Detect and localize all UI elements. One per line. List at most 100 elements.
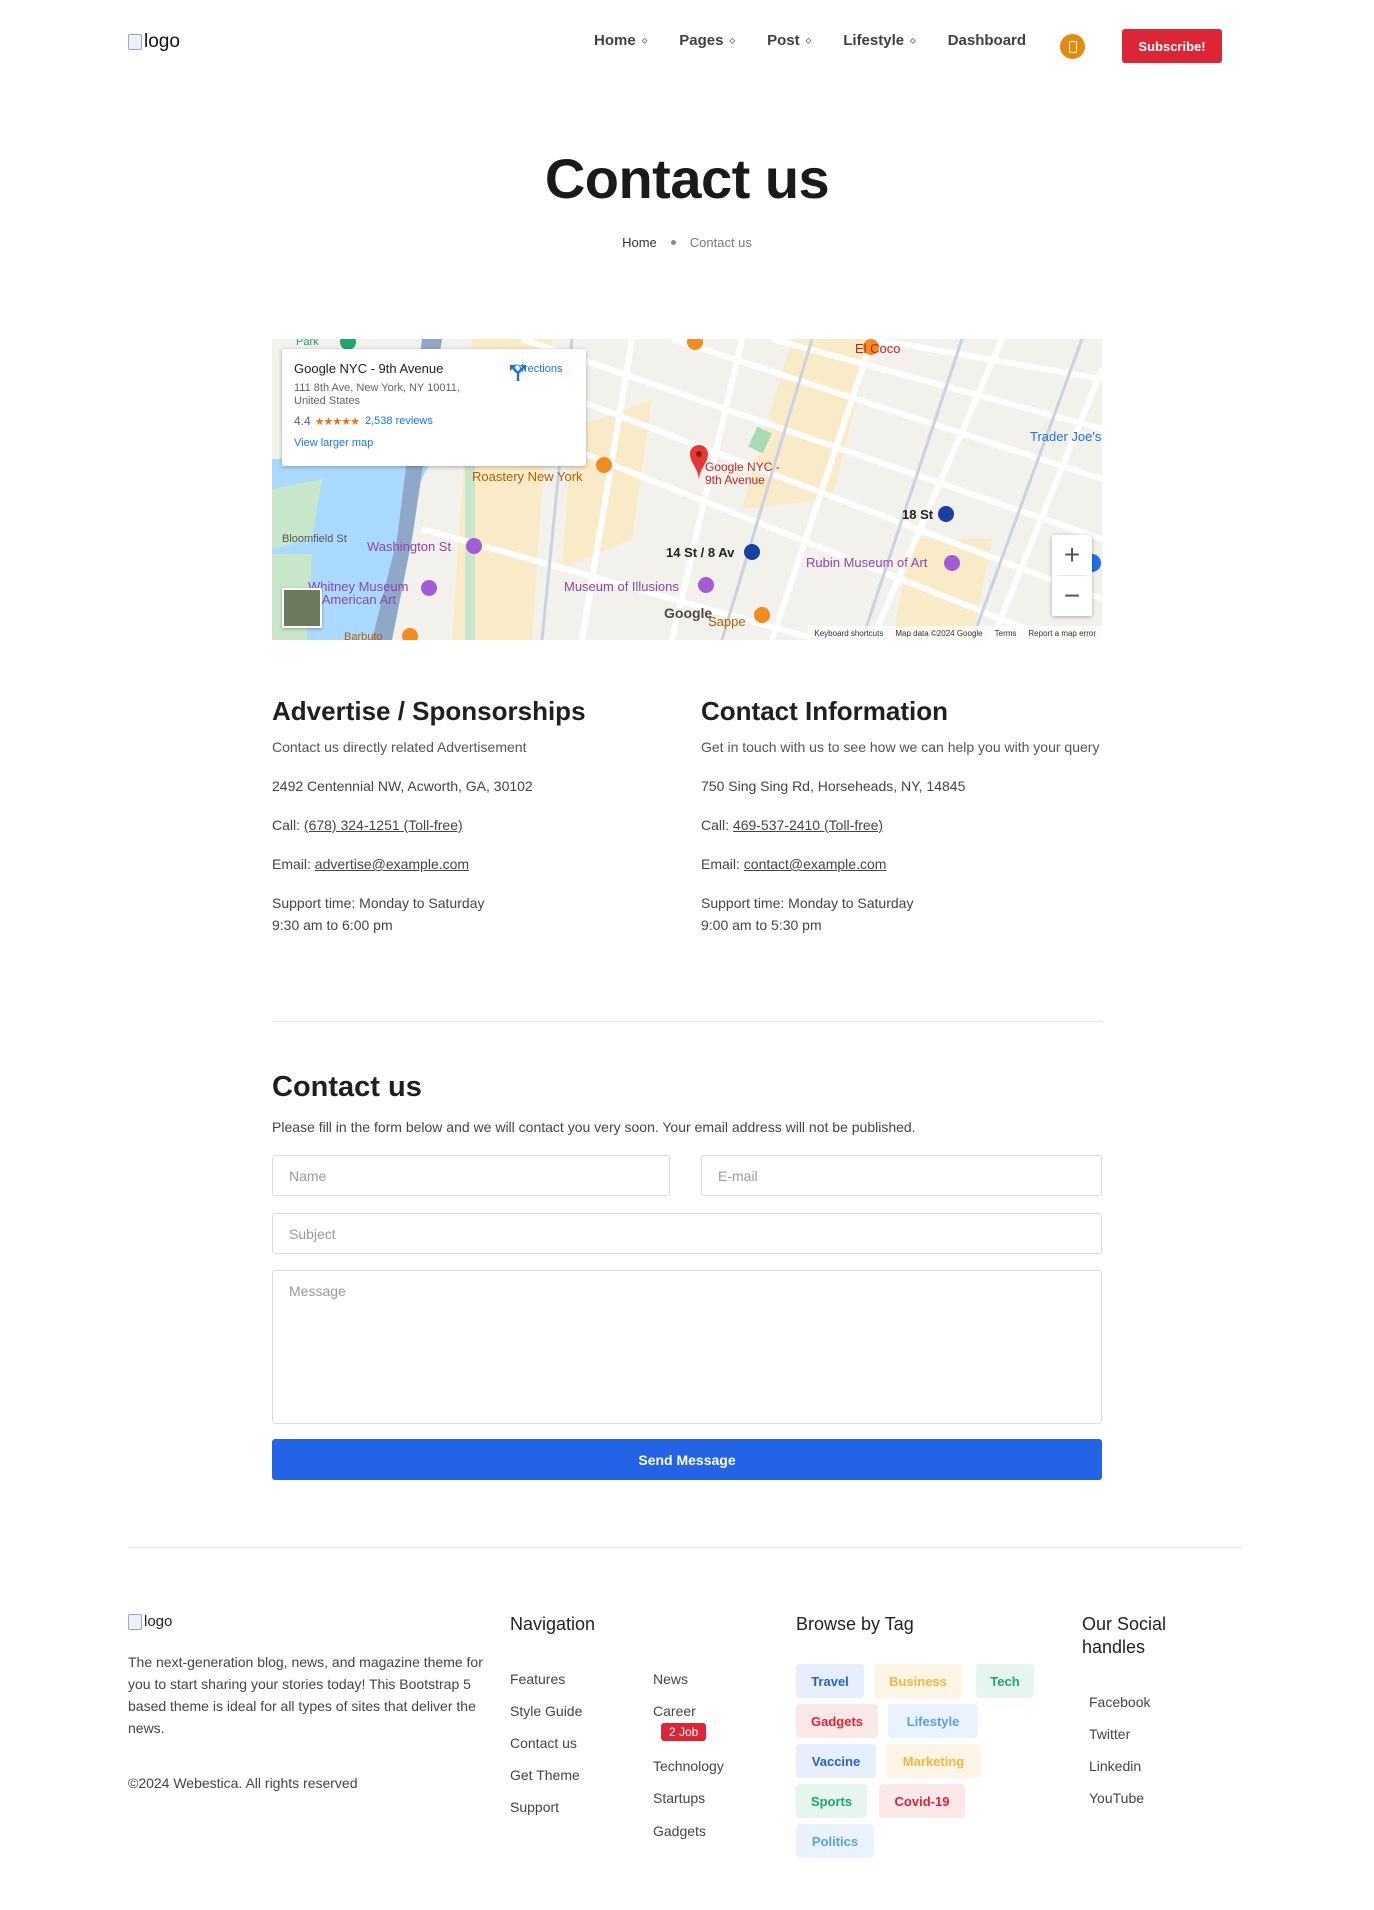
advertise-support-hours: 9:30 am to 6:00 pm — [272, 917, 393, 933]
advertise-section: Advertise / Sponsorships Contact us dire… — [272, 696, 672, 953]
chevron-down-icon: ⬦ — [805, 35, 812, 45]
nav-lifestyle-label: Lifestyle — [843, 32, 905, 49]
map-label-washington: Washington St — [367, 539, 452, 554]
map-label-sappe: Sappe — [708, 614, 746, 629]
tag-vaccine[interactable]: Vaccine — [796, 1744, 876, 1778]
zoom-in-button[interactable]: + — [1052, 535, 1092, 575]
contact-info-phone-link[interactable]: 469-537-2410 (Toll-free) — [733, 817, 883, 833]
breadcrumb: Home Contact us — [0, 235, 1374, 250]
map-label-18st: 18 St — [902, 507, 934, 522]
footer-about: The next-generation blog, news, and maga… — [128, 1654, 483, 1736]
tag-covid-19[interactable]: Covid-19 — [879, 1784, 965, 1818]
footer-navigation-title: Navigation — [510, 1614, 596, 1634]
breadcrumb-current: Contact us — [689, 235, 752, 250]
footer-link-style-guide[interactable]: Style Guide — [510, 1703, 582, 1719]
map-rating-value: 4.4 — [294, 414, 311, 428]
map-rating: 4.4 ★★★★★ 2,538 reviews — [294, 414, 576, 428]
theme-toggle-icon[interactable] — [1060, 34, 1085, 59]
breadcrumb-home[interactable]: Home — [622, 235, 657, 250]
site-logo[interactable]: logo — [128, 31, 180, 53]
advertise-call: Call: (678) 324-1251 (Toll-free) — [272, 814, 672, 836]
tag-tech[interactable]: Tech — [976, 1664, 1034, 1698]
footer-link-news[interactable]: News — [653, 1671, 688, 1687]
view-larger-map-link[interactable]: View larger map — [294, 437, 576, 449]
map-place-card: Google NYC - 9th Avenue 111 8th Ave, New… — [282, 349, 586, 466]
footer-copyright: ©2024 Webestica. All rights reserved — [128, 1775, 358, 1791]
map-report-error-link[interactable]: Report a map error — [1028, 629, 1096, 638]
zoom-out-button[interactable]: − — [1052, 576, 1092, 616]
footer-link-startups[interactable]: Startups — [653, 1790, 705, 1806]
contact-info-email-link[interactable]: contact@example.com — [744, 856, 887, 872]
map-label-rubin: Rubin Museum of Art — [806, 555, 928, 570]
logo-alt-text: logo — [144, 31, 180, 52]
tag-gadgets[interactable]: Gadgets — [796, 1704, 878, 1738]
footer-link-technology[interactable]: Technology — [653, 1758, 724, 1774]
contact-info-call: Call: 469-537-2410 (Toll-free) — [701, 814, 1101, 836]
advertise-title: Advertise / Sponsorships — [272, 696, 586, 726]
map-reviews-link[interactable]: 2,538 reviews — [365, 415, 433, 427]
footer-link-features[interactable]: Features — [510, 1671, 565, 1687]
social-link-facebook[interactable]: Facebook — [1089, 1694, 1150, 1710]
map-place-address: 111 8th Ave, New York, NY 10011, United … — [294, 382, 460, 407]
map-zoom-controls: + − — [1052, 535, 1092, 616]
social-link-youtube[interactable]: YouTube — [1089, 1790, 1144, 1806]
nav-home[interactable]: Home ⬦ — [594, 32, 647, 49]
map-pin-label-line-2: 9th Avenue — [705, 473, 765, 487]
contact-info-email: Email: contact@example.com — [701, 853, 1101, 875]
tag-lifestyle[interactable]: Lifestyle — [888, 1704, 978, 1738]
chevron-down-icon: ⬦ — [729, 35, 736, 45]
nav-dashboard[interactable]: Dashboard — [948, 32, 1026, 49]
message-textarea[interactable]: Message — [272, 1270, 1102, 1424]
nav-pages[interactable]: Pages ⬦ — [679, 32, 735, 49]
tag-business[interactable]: Business — [874, 1664, 962, 1698]
map-label-park: Park — [296, 339, 319, 348]
directions-button[interactable]: Directions — [508, 363, 568, 381]
advertise-email-link[interactable]: advertise@example.com — [315, 856, 469, 872]
email-input[interactable]: E-mail — [701, 1155, 1102, 1196]
nav-lifestyle[interactable]: Lifestyle ⬦ — [843, 32, 915, 49]
contact-info-support-hours: 9:00 am to 5:30 pm — [701, 917, 822, 933]
satellite-toggle[interactable] — [282, 588, 322, 628]
social-link-twitter[interactable]: Twitter — [1089, 1726, 1130, 1742]
footer-divider — [128, 1547, 1242, 1548]
nav-post-label: Post — [767, 32, 800, 49]
tag-sports[interactable]: Sports — [796, 1784, 867, 1818]
footer-link-gadgets[interactable]: Gadgets — [653, 1823, 706, 1839]
advertise-support: Support time: Monday to Saturday 9:30 am … — [272, 892, 672, 936]
map-label-barbuto: Barbuto — [344, 631, 383, 640]
footer-link-contact[interactable]: Contact us — [510, 1735, 577, 1751]
google-map[interactable]: El Coco Roastery New York Washington St … — [272, 339, 1102, 640]
map-label-museum-illusions: Museum of Illusions — [564, 579, 679, 594]
subject-input[interactable]: Subject — [272, 1213, 1102, 1254]
tag-marketing[interactable]: Marketing — [886, 1744, 981, 1778]
footer-social-title: Our Social handles — [1082, 1614, 1167, 1657]
google-map-logo: Google — [664, 605, 713, 621]
map-keyboard-shortcuts[interactable]: Keyboard shortcuts — [814, 629, 883, 638]
contact-info-support: Support time: Monday to Saturday 9:00 am … — [701, 892, 1101, 936]
advertise-address: 2492 Centennial NW, Acworth, GA, 30102 — [272, 778, 533, 794]
subscribe-button[interactable]: Subscribe! — [1122, 29, 1222, 63]
tag-travel[interactable]: Travel — [796, 1664, 864, 1698]
footer-logo[interactable]: logo — [128, 1613, 172, 1630]
footer-link-career[interactable]: Career — [653, 1703, 696, 1719]
footer-link-get-theme[interactable]: Get Theme — [510, 1767, 580, 1783]
chevron-down-icon: ⬦ — [910, 35, 916, 45]
site-header: logo Home ⬦ Pages ⬦ Post ⬦ Lifestyle ⬦ Dashb… — [0, 0, 1374, 92]
broken-image-icon — [128, 1613, 142, 1630]
contact-info-intro: Get in touch with us to see how we can h… — [701, 739, 1100, 755]
contact-form-description: Please fill in the form below and we wil… — [272, 1119, 916, 1135]
name-input[interactable]: Name — [272, 1155, 670, 1196]
nav-post[interactable]: Post ⬦ — [767, 32, 811, 49]
map-label-14st: 14 St / 8 Av — [666, 545, 735, 560]
send-message-button[interactable]: Send Message — [272, 1439, 1102, 1480]
advertise-email-prefix: Email: — [272, 856, 315, 872]
map-data-credit: Map data ©2024 Google — [895, 628, 983, 638]
contact-info-address: 750 Sing Sing Rd, Horseheads, NY, 14845 — [701, 778, 966, 794]
map-terms-link[interactable]: Terms — [995, 629, 1017, 638]
social-link-linkedin[interactable]: Linkedin — [1089, 1758, 1141, 1774]
nav-dashboard-label: Dashboard — [947, 32, 1027, 49]
advertise-phone-link[interactable]: (678) 324-1251 (Toll-free) — [304, 817, 463, 833]
tag-politics[interactable]: Politics — [796, 1824, 874, 1858]
chevron-down-icon: ⬦ — [641, 35, 648, 45]
footer-link-support[interactable]: Support — [510, 1799, 559, 1815]
